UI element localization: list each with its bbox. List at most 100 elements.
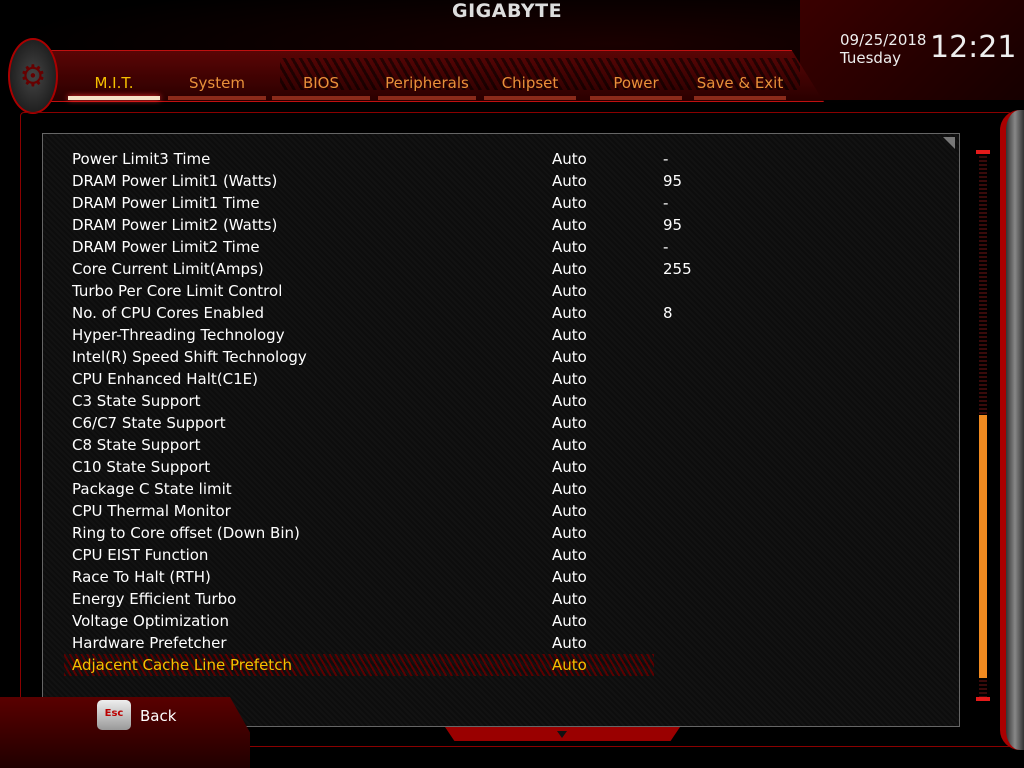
setting-row[interactable]: DRAM Power Limit2 (Watts) Auto 95 <box>72 214 682 236</box>
setting-value[interactable]: Auto <box>552 610 587 632</box>
scrollbar-thumb[interactable] <box>979 415 987 679</box>
tab-underline <box>272 96 370 100</box>
setting-label: CPU Enhanced Halt(C1E) <box>72 370 258 388</box>
setting-row[interactable]: C3 State Support Auto <box>72 390 662 412</box>
setting-row[interactable]: C8 State Support Auto <box>72 434 662 456</box>
setting-current-value: - <box>663 194 669 212</box>
setting-label: Package C State limit <box>72 480 232 498</box>
tab-label: Save & Exit <box>696 74 784 92</box>
setting-value[interactable]: Auto <box>552 258 587 280</box>
tab-label: System <box>189 74 245 92</box>
setting-row[interactable]: DRAM Power Limit1 Time Auto - <box>72 192 668 214</box>
setting-row[interactable]: C10 State Support Auto <box>72 456 662 478</box>
setting-value[interactable]: Auto <box>552 632 587 654</box>
setting-current-value: - <box>663 238 669 256</box>
setting-row[interactable]: Package C State limit Auto <box>72 478 662 500</box>
setting-label: DRAM Power Limit2 Time <box>72 238 260 256</box>
tab-power[interactable]: Power <box>590 74 682 100</box>
tab-chipset[interactable]: Chipset <box>484 74 576 100</box>
setting-value[interactable]: Auto <box>552 434 587 456</box>
setting-value[interactable]: Auto <box>552 478 587 500</box>
setting-row[interactable]: CPU Enhanced Halt(C1E) Auto <box>72 368 662 390</box>
setting-value[interactable]: Auto <box>552 280 587 302</box>
setting-label: Turbo Per Core Limit Control <box>72 282 283 300</box>
tab-label: Power <box>613 74 659 92</box>
tab-underline <box>694 96 786 100</box>
setting-value[interactable]: Auto <box>552 566 587 588</box>
setting-row[interactable]: CPU EIST Function Auto <box>72 544 662 566</box>
setting-row[interactable]: Energy Efficient Turbo Auto <box>72 588 662 610</box>
tab-label: Chipset <box>501 74 559 92</box>
setting-label: Voltage Optimization <box>72 612 229 630</box>
setting-current-value: 95 <box>663 216 683 234</box>
setting-value[interactable]: Auto <box>552 544 587 566</box>
setting-value[interactable]: Auto <box>552 236 587 258</box>
tab-system[interactable]: System <box>168 74 266 100</box>
date: 09/25/2018 <box>840 31 927 49</box>
setting-row[interactable]: No. of CPU Cores Enabled Auto 8 <box>72 302 673 324</box>
side-knob <box>1000 110 1024 750</box>
setting-current-value: 95 <box>663 172 683 190</box>
setting-row[interactable]: Intel(R) Speed Shift Technology Auto <box>72 346 662 368</box>
setting-value[interactable]: Auto <box>552 500 587 522</box>
setting-value[interactable]: Auto <box>552 412 587 434</box>
setting-label: Race To Halt (RTH) <box>72 568 211 586</box>
setting-value[interactable]: Auto <box>552 192 587 214</box>
setting-value[interactable]: Auto <box>552 302 587 324</box>
gear-icon[interactable]: ⚙ <box>8 38 58 114</box>
setting-value[interactable]: Auto <box>552 170 587 192</box>
setting-row[interactable]: DRAM Power Limit2 Time Auto - <box>72 236 668 258</box>
setting-value[interactable]: Auto <box>552 522 587 544</box>
setting-label: Energy Efficient Turbo <box>72 590 237 608</box>
setting-value[interactable]: Auto <box>552 368 587 390</box>
setting-label: DRAM Power Limit1 (Watts) <box>72 172 278 190</box>
setting-row[interactable]: Ring to Core offset (Down Bin) Auto <box>72 522 662 544</box>
tab-underline <box>590 96 682 100</box>
setting-value[interactable]: Auto <box>552 456 587 478</box>
setting-label: No. of CPU Cores Enabled <box>72 304 265 322</box>
setting-label: Adjacent Cache Line Prefetch <box>72 656 292 674</box>
setting-label: DRAM Power Limit2 (Watts) <box>72 216 278 234</box>
setting-row[interactable]: CPU Thermal Monitor Auto <box>72 500 662 522</box>
setting-label: C8 State Support <box>72 436 201 454</box>
setting-label: Ring to Core offset (Down Bin) <box>72 524 300 542</box>
setting-label: C6/C7 State Support <box>72 414 226 432</box>
setting-value[interactable]: Auto <box>552 390 587 412</box>
tab-label: BIOS <box>302 74 340 92</box>
setting-value[interactable]: Auto <box>552 214 587 236</box>
setting-row[interactable]: Hardware Prefetcher Auto <box>72 632 662 654</box>
setting-row[interactable]: Core Current Limit(Amps) Auto 255 <box>72 258 692 280</box>
setting-label: Power Limit3 Time <box>72 150 211 168</box>
setting-row[interactable]: Turbo Per Core Limit Control Auto <box>72 280 662 302</box>
tab-bios[interactable]: BIOS <box>272 74 370 100</box>
setting-row[interactable]: Adjacent Cache Line Prefetch Auto <box>64 654 654 676</box>
setting-label: DRAM Power Limit1 Time <box>72 194 260 212</box>
setting-value[interactable]: Auto <box>552 324 587 346</box>
setting-label: C10 State Support <box>72 458 211 476</box>
setting-value[interactable]: Auto <box>552 346 587 368</box>
setting-row[interactable]: Hyper-Threading Technology Auto <box>72 324 662 346</box>
setting-row[interactable]: Power Limit3 Time Auto - <box>72 148 668 170</box>
gigabyte-logo: GIGABYTE <box>452 0 563 22</box>
setting-value[interactable]: Auto <box>552 588 587 610</box>
setting-row[interactable]: DRAM Power Limit1 (Watts) Auto 95 <box>72 170 682 192</box>
setting-current-value: - <box>663 150 669 168</box>
clock: 12:21 <box>930 30 1017 65</box>
back-button[interactable]: Back <box>140 707 176 725</box>
setting-value[interactable]: Auto <box>552 654 587 676</box>
setting-label: Hardware Prefetcher <box>72 634 227 652</box>
tab-underline <box>378 96 476 100</box>
tab-save-exit[interactable]: Save & Exit <box>694 74 786 100</box>
weekday: Tuesday <box>840 49 902 67</box>
tab-peripherals[interactable]: Peripherals <box>378 74 476 100</box>
setting-value[interactable]: Auto <box>552 148 587 170</box>
setting-current-value: 255 <box>663 260 692 278</box>
esc-key-icon[interactable]: Esc <box>97 700 131 730</box>
tab-m-i-t[interactable]: M.I.T. <box>68 74 160 100</box>
setting-current-value: 8 <box>663 304 673 322</box>
down-arrow-icon[interactable] <box>557 731 567 738</box>
scrollbar-bottom-cap <box>976 697 990 701</box>
setting-row[interactable]: Voltage Optimization Auto <box>72 610 662 632</box>
setting-row[interactable]: C6/C7 State Support Auto <box>72 412 662 434</box>
setting-row[interactable]: Race To Halt (RTH) Auto <box>72 566 662 588</box>
